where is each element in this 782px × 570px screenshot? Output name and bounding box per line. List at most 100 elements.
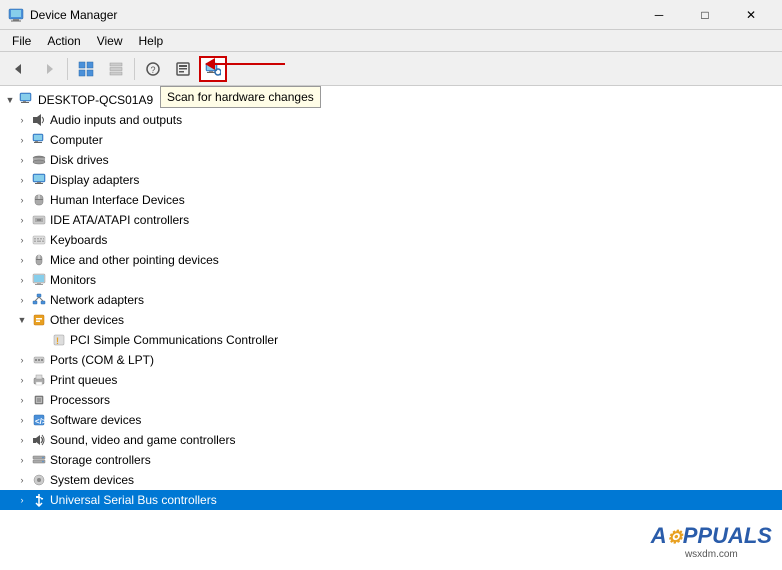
tree-item-computer[interactable]: › Computer bbox=[0, 130, 782, 150]
expand-root[interactable]: ▼ bbox=[4, 94, 16, 106]
ide-label: IDE ATA/ATAPI controllers bbox=[50, 213, 189, 227]
tree-item-ide[interactable]: › IDE ATA/ATAPI controllers bbox=[0, 210, 782, 230]
tree-item-keyboard[interactable]: › Keyboards bbox=[0, 230, 782, 250]
audio-label: Audio inputs and outputs bbox=[50, 113, 182, 127]
tree-item-other[interactable]: ▼ Other devices bbox=[0, 310, 782, 330]
ports-label: Ports (COM & LPT) bbox=[50, 353, 154, 367]
toolbar: ? Scan for hardware changes bbox=[0, 52, 782, 86]
sound-icon bbox=[31, 432, 47, 448]
storage-label: Storage controllers bbox=[50, 453, 151, 467]
view-resources-button[interactable] bbox=[102, 56, 130, 82]
menu-view[interactable]: View bbox=[89, 32, 131, 50]
maximize-button[interactable]: □ bbox=[682, 0, 728, 30]
help-button[interactable]: ? bbox=[139, 56, 167, 82]
menu-file[interactable]: File bbox=[4, 32, 39, 50]
expand-display[interactable]: › bbox=[16, 174, 28, 186]
svg-text:!: ! bbox=[56, 336, 59, 346]
software-icon: </> bbox=[31, 412, 47, 428]
network-label: Network adapters bbox=[50, 293, 144, 307]
hid-label: Human Interface Devices bbox=[50, 193, 185, 207]
menu-action[interactable]: Action bbox=[39, 32, 88, 50]
device-tree[interactable]: ▼ DESKTOP-QCS01A9 › Audio bbox=[0, 86, 782, 570]
tree-item-sound[interactable]: › Sound, video and game controllers bbox=[0, 430, 782, 450]
tree-item-mice[interactable]: › Mice and other pointing devices bbox=[0, 250, 782, 270]
keyboard-label: Keyboards bbox=[50, 233, 107, 247]
mice-icon bbox=[31, 252, 47, 268]
usb-icon bbox=[31, 492, 47, 508]
display-label: Display adapters bbox=[50, 173, 139, 187]
sound-label: Sound, video and game controllers bbox=[50, 433, 235, 447]
expand-mice[interactable]: › bbox=[16, 254, 28, 266]
tree-item-pci[interactable]: › ! PCI Simple Communications Controller bbox=[0, 330, 782, 350]
monitors-icon bbox=[31, 272, 47, 288]
tree-item-hid[interactable]: › Human Interface Devices bbox=[0, 190, 782, 210]
tree-item-processor[interactable]: › Processors bbox=[0, 390, 782, 410]
svg-text:?: ? bbox=[151, 65, 156, 75]
menu-help[interactable]: Help bbox=[131, 32, 172, 50]
expand-print[interactable]: › bbox=[16, 374, 28, 386]
other-label: Other devices bbox=[50, 313, 124, 327]
pci-warning-icon: ! bbox=[51, 332, 67, 348]
expand-hid[interactable]: › bbox=[16, 194, 28, 206]
tree-item-disk[interactable]: › Disk drives bbox=[0, 150, 782, 170]
app-icon bbox=[8, 7, 24, 23]
expand-software[interactable]: › bbox=[16, 414, 28, 426]
display-icon bbox=[31, 172, 47, 188]
computer-icon bbox=[19, 92, 35, 108]
main-content: ▼ DESKTOP-QCS01A9 › Audio bbox=[0, 86, 782, 570]
expand-usb[interactable]: › bbox=[16, 494, 28, 506]
forward-button[interactable] bbox=[35, 56, 63, 82]
disk-label: Disk drives bbox=[50, 153, 109, 167]
toolbar-separator-1 bbox=[67, 58, 68, 80]
tree-item-audio[interactable]: › Audio inputs and outputs bbox=[0, 110, 782, 130]
window-title: Device Manager bbox=[30, 8, 636, 22]
expand-system[interactable]: › bbox=[16, 474, 28, 486]
expand-sound[interactable]: › bbox=[16, 434, 28, 446]
tree-item-display[interactable]: › Display adapters bbox=[0, 170, 782, 190]
processor-icon bbox=[31, 392, 47, 408]
other-devices-icon bbox=[31, 312, 47, 328]
expand-ports[interactable]: › bbox=[16, 354, 28, 366]
window-controls: ─ □ ✕ bbox=[636, 0, 774, 30]
expand-network[interactable]: › bbox=[16, 294, 28, 306]
menu-bar: File Action View Help bbox=[0, 30, 782, 52]
tree-item-print[interactable]: › Print queues bbox=[0, 370, 782, 390]
expand-other[interactable]: ▼ bbox=[16, 314, 28, 326]
expand-computer[interactable]: › bbox=[16, 134, 28, 146]
tree-item-software[interactable]: › </> Software devices bbox=[0, 410, 782, 430]
view-devices-by-type-button[interactable] bbox=[72, 56, 100, 82]
expand-audio[interactable]: › bbox=[16, 114, 28, 126]
expand-ide[interactable]: › bbox=[16, 214, 28, 226]
properties-button[interactable] bbox=[169, 56, 197, 82]
network-icon bbox=[31, 292, 47, 308]
expand-processor[interactable]: › bbox=[16, 394, 28, 406]
tree-item-system[interactable]: › System devices bbox=[0, 470, 782, 490]
print-label: Print queues bbox=[50, 373, 117, 387]
hid-icon bbox=[31, 192, 47, 208]
expand-monitors[interactable]: › bbox=[16, 274, 28, 286]
minimize-button[interactable]: ─ bbox=[636, 0, 682, 30]
tree-item-network[interactable]: › Network adapters bbox=[0, 290, 782, 310]
tree-item-monitors[interactable]: › Monitors bbox=[0, 270, 782, 290]
ports-icon bbox=[31, 352, 47, 368]
print-icon bbox=[31, 372, 47, 388]
tree-item-ports[interactable]: › Ports (COM & LPT) bbox=[0, 350, 782, 370]
toolbar-separator-2 bbox=[134, 58, 135, 80]
back-button[interactable] bbox=[5, 56, 33, 82]
tree-item-storage[interactable]: › Storage controllers bbox=[0, 450, 782, 470]
expand-keyboard[interactable]: › bbox=[16, 234, 28, 246]
computer-label: Computer bbox=[50, 133, 103, 147]
expand-storage[interactable]: › bbox=[16, 454, 28, 466]
svg-text:</>: </> bbox=[35, 417, 46, 426]
expand-disk[interactable]: › bbox=[16, 154, 28, 166]
tree-root[interactable]: ▼ DESKTOP-QCS01A9 bbox=[0, 90, 782, 110]
title-bar: Device Manager ─ □ ✕ bbox=[0, 0, 782, 30]
computer-node-icon bbox=[31, 132, 47, 148]
disk-icon bbox=[31, 152, 47, 168]
pci-label: PCI Simple Communications Controller bbox=[70, 333, 278, 347]
keyboard-icon bbox=[31, 232, 47, 248]
storage-icon bbox=[31, 452, 47, 468]
tree-item-usb[interactable]: › Universal Serial Bus controllers bbox=[0, 490, 782, 510]
audio-icon bbox=[31, 112, 47, 128]
close-button[interactable]: ✕ bbox=[728, 0, 774, 30]
